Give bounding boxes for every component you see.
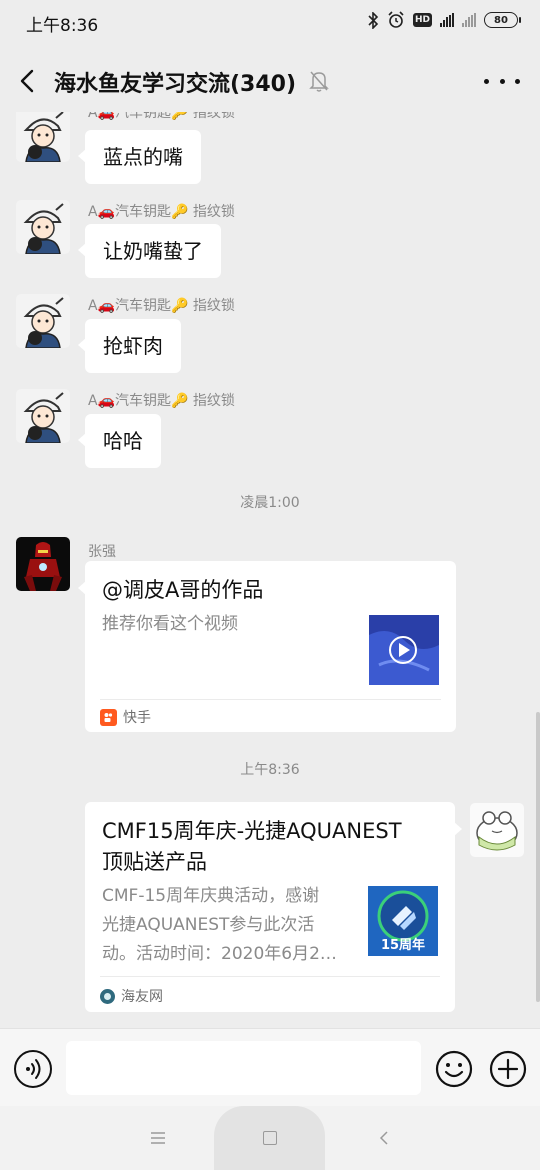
avatar[interactable] (16, 294, 70, 348)
status-bar: 上午8:36 HD 80 (0, 0, 540, 44)
more-dot (484, 78, 489, 84)
sender-name: A🚗汽车钥匙🔑 指纹锁 (88, 393, 235, 409)
video-thumbnail (369, 615, 439, 685)
more-functions-button[interactable] (489, 1050, 527, 1088)
avatar[interactable] (16, 389, 70, 443)
message-bubble[interactable]: 抢虾肉 (78, 319, 181, 373)
card-source-name: 海友网 (121, 989, 163, 1005)
scrollbar[interactable] (536, 712, 540, 1002)
time-separator: 凌晨1:00 (240, 495, 300, 511)
card-title: @调皮A哥的作品 (102, 578, 264, 602)
message-input[interactable] (66, 1041, 421, 1095)
avatar[interactable] (16, 200, 70, 254)
status-time: 上午8:36 (26, 16, 99, 36)
card-source: 海友网 (100, 986, 163, 1006)
message-bubble[interactable]: 哈哈 (78, 414, 161, 468)
alarm-icon (388, 11, 404, 28)
card-source: 快手 (100, 707, 151, 727)
sender-name: A🚗汽车钥匙🔑 指纹锁 (88, 112, 235, 121)
card-description-line: 光捷AQUANEST参与此次活 (102, 915, 315, 935)
hd-icon: HD (412, 13, 432, 27)
system-navigation-bar (0, 1106, 540, 1170)
card-description-line: CMF-15周年庆典活动，感谢 (102, 886, 320, 906)
menu-icon (151, 1132, 165, 1144)
chat-title[interactable]: 海水鱼友学习交流(340) (54, 66, 296, 98)
emoji-button[interactable] (435, 1050, 473, 1088)
card-source-name: 快手 (123, 710, 151, 726)
chat-header: 海水鱼友学习交流(340) (0, 44, 540, 118)
message-list[interactable]: A🚗汽车钥匙🔑 指纹锁 蓝点的嘴 A🚗汽车钥匙🔑 指纹锁 让奶嘴蛰了 A🚗汽车钥… (0, 112, 540, 1028)
sender-name: A🚗汽车钥匙🔑 指纹锁 (88, 298, 235, 314)
message-bubble[interactable]: 蓝点的嘴 (78, 130, 201, 184)
card-title-line: CMF15周年庆-光捷AQUANEST (102, 819, 402, 843)
back-button[interactable] (12, 64, 42, 98)
video-share-card[interactable]: @调皮A哥的作品 推荐你看这个视频 快手 (78, 561, 456, 732)
emoji-icon (435, 1050, 473, 1088)
haiyou-logo-icon (100, 988, 115, 1004)
my-avatar[interactable] (470, 803, 524, 857)
more-button[interactable] (484, 66, 520, 96)
signal-icon (440, 13, 454, 27)
cartoon-avatar-icon (16, 294, 70, 348)
avatar[interactable] (16, 537, 70, 591)
more-dot (515, 78, 520, 84)
signal-2-icon (462, 13, 476, 27)
cartoon-avatar-icon (16, 112, 70, 162)
back-arrow-icon (20, 69, 34, 93)
plus-icon (489, 1050, 527, 1088)
bell-muted-icon (309, 71, 329, 92)
thumbnail-caption: 15周年 (380, 938, 426, 953)
back-chevron-icon (379, 1131, 388, 1145)
sender-name: A🚗汽车钥匙🔑 指纹锁 (88, 204, 235, 220)
card-description-line: 动。活动时间：2020年6月2… (102, 944, 337, 964)
sender-name: 张强 (88, 544, 116, 560)
battery-level: 80 (494, 14, 508, 26)
voice-button[interactable] (14, 1050, 52, 1088)
card-divider (100, 699, 441, 700)
status-icons: HD 80 (367, 11, 521, 29)
link-share-card[interactable]: CMF15周年庆-光捷AQUANEST 顶贴送产品 CMF-15周年庆典活动，感… (85, 802, 462, 1012)
kuaishou-icon (100, 708, 117, 726)
cartoon-avatar-icon (16, 200, 70, 254)
card-description: 推荐你看这个视频 (102, 614, 238, 634)
ironman-avatar-icon (16, 537, 70, 591)
card-divider (100, 976, 440, 977)
chat-input-bar (0, 1028, 540, 1106)
bluetooth-icon (368, 11, 379, 29)
video-thumbnail-image (369, 615, 439, 685)
message-bubble[interactable]: 让奶嘴蛰了 (78, 224, 221, 278)
voice-icon (26, 1059, 41, 1079)
cartoon-avatar-icon (16, 389, 70, 443)
system-back-button[interactable] (374, 1128, 394, 1148)
recent-apps-button[interactable] (148, 1128, 168, 1148)
home-button[interactable] (214, 1106, 325, 1170)
cartoon-frog-avatar-icon (470, 803, 524, 857)
link-thumbnail: 15周年 (368, 886, 438, 956)
avatar[interactable] (16, 112, 70, 162)
battery-icon: 80 (484, 12, 521, 28)
more-dot (499, 78, 505, 84)
time-separator: 上午8:36 (240, 762, 300, 778)
card-title-line: 顶贴送产品 (102, 850, 207, 874)
